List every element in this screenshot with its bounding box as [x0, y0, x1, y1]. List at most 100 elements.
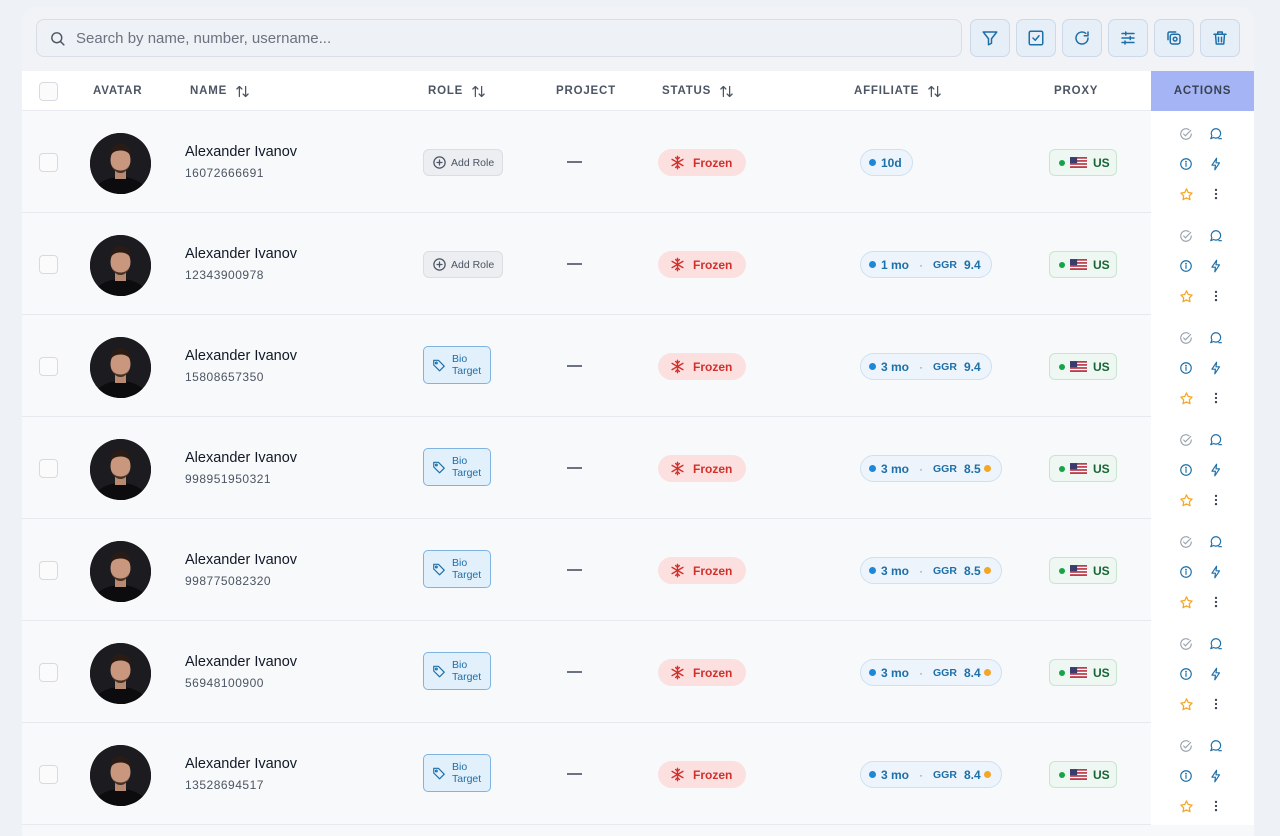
- message-icon[interactable]: [1208, 738, 1224, 754]
- more-vertical-icon[interactable]: [1208, 186, 1224, 202]
- sort-icon[interactable]: [719, 84, 734, 99]
- more-vertical-icon[interactable]: [1208, 798, 1224, 814]
- message-icon[interactable]: [1208, 432, 1224, 448]
- star-icon[interactable]: [1178, 696, 1194, 712]
- message-icon[interactable]: [1208, 228, 1224, 244]
- search-input[interactable]: [76, 29, 936, 47]
- plus-circle-icon: [433, 258, 446, 271]
- add-role-button[interactable]: Add Role: [423, 149, 503, 176]
- copy-button[interactable]: [1154, 19, 1194, 57]
- user-name[interactable]: Alexander Ivanov: [185, 756, 297, 772]
- check-circle-icon[interactable]: [1178, 432, 1194, 448]
- check-circle-icon[interactable]: [1178, 636, 1194, 652]
- avatar[interactable]: [90, 337, 151, 398]
- user-name[interactable]: Alexander Ivanov: [185, 552, 297, 568]
- user-name[interactable]: Alexander Ivanov: [185, 246, 297, 262]
- message-icon[interactable]: [1208, 534, 1224, 550]
- select-all-button[interactable]: [1016, 19, 1056, 57]
- avatar[interactable]: [90, 643, 151, 704]
- row-checkbox[interactable]: [39, 255, 58, 274]
- user-name[interactable]: Alexander Ivanov: [185, 654, 297, 670]
- user-name[interactable]: Alexander Ivanov: [185, 144, 297, 160]
- more-vertical-icon[interactable]: [1208, 492, 1224, 508]
- row-checkbox[interactable]: [39, 357, 58, 376]
- search-bar[interactable]: [36, 19, 962, 57]
- more-vertical-icon[interactable]: [1208, 390, 1224, 406]
- role-tag[interactable]: Bio Target: [423, 754, 491, 792]
- sort-icon[interactable]: [927, 84, 942, 99]
- check-circle-icon[interactable]: [1178, 228, 1194, 244]
- info-icon[interactable]: [1178, 360, 1194, 376]
- proxy-country: US: [1093, 461, 1110, 476]
- column-header-name[interactable]: NAME: [190, 71, 250, 111]
- avatar[interactable]: [90, 235, 151, 296]
- refresh-button[interactable]: [1062, 19, 1102, 57]
- search-icon: [51, 31, 65, 46]
- check-circle-icon[interactable]: [1178, 126, 1194, 142]
- star-icon[interactable]: [1178, 798, 1194, 814]
- separator-dot: ·: [919, 461, 924, 476]
- column-header-affiliate[interactable]: AFFILIATE: [854, 71, 942, 111]
- star-icon[interactable]: [1178, 186, 1194, 202]
- row-checkbox[interactable]: [39, 765, 58, 784]
- sort-icon[interactable]: [235, 84, 250, 99]
- filter-button[interactable]: [970, 19, 1010, 57]
- project-empty: [567, 467, 582, 469]
- role-tag[interactable]: Bio Target: [423, 346, 491, 384]
- role-tag[interactable]: Bio Target: [423, 550, 491, 588]
- role-tag[interactable]: Bio Target: [423, 448, 491, 486]
- proxy-country: US: [1093, 563, 1110, 578]
- row-checkbox[interactable]: [39, 561, 58, 580]
- info-icon[interactable]: [1178, 258, 1194, 274]
- star-icon[interactable]: [1178, 288, 1194, 304]
- column-header-status[interactable]: STATUS: [662, 71, 734, 111]
- more-vertical-icon[interactable]: [1208, 594, 1224, 610]
- avatar[interactable]: [90, 439, 151, 500]
- user-name[interactable]: Alexander Ivanov: [185, 348, 297, 364]
- user-name[interactable]: Alexander Ivanov: [185, 450, 297, 466]
- lightning-icon[interactable]: [1208, 768, 1224, 784]
- column-header-role[interactable]: ROLE: [428, 71, 486, 111]
- lightning-icon[interactable]: [1208, 360, 1224, 376]
- more-vertical-icon[interactable]: [1208, 696, 1224, 712]
- star-icon[interactable]: [1178, 594, 1194, 610]
- info-icon[interactable]: [1178, 666, 1194, 682]
- info-icon[interactable]: [1178, 462, 1194, 478]
- lightning-icon[interactable]: [1208, 666, 1224, 682]
- proxy-badge: US: [1049, 659, 1117, 686]
- affiliate-age: 3 mo: [881, 563, 910, 578]
- message-icon[interactable]: [1208, 126, 1224, 142]
- avatar[interactable]: [90, 133, 151, 194]
- proxy-badge: US: [1049, 251, 1117, 278]
- row-checkbox[interactable]: [39, 153, 58, 172]
- sort-icon[interactable]: [471, 84, 486, 99]
- info-icon[interactable]: [1178, 156, 1194, 172]
- role-tag[interactable]: Bio Target: [423, 652, 491, 690]
- star-icon[interactable]: [1178, 390, 1194, 406]
- column-label: ACTIONS: [1173, 85, 1232, 97]
- proxy-country: US: [1093, 767, 1110, 782]
- row-checkbox[interactable]: [39, 663, 58, 682]
- row-checkbox[interactable]: [39, 459, 58, 478]
- lightning-icon[interactable]: [1208, 564, 1224, 580]
- message-icon[interactable]: [1208, 636, 1224, 652]
- lightning-icon[interactable]: [1208, 258, 1224, 274]
- lightning-icon[interactable]: [1208, 156, 1224, 172]
- message-icon[interactable]: [1208, 330, 1224, 346]
- delete-button[interactable]: [1200, 19, 1240, 57]
- lightning-icon[interactable]: [1208, 462, 1224, 478]
- avatar[interactable]: [90, 541, 151, 602]
- avatar[interactable]: [90, 745, 151, 806]
- info-icon[interactable]: [1178, 768, 1194, 784]
- star-icon[interactable]: [1178, 492, 1194, 508]
- role-tag-line1: Bio: [452, 761, 468, 773]
- settings-button[interactable]: [1108, 19, 1148, 57]
- add-role-button[interactable]: Add Role: [423, 251, 503, 278]
- check-circle-icon[interactable]: [1178, 534, 1194, 550]
- select-all-checkbox[interactable]: [39, 82, 58, 101]
- check-circle-icon[interactable]: [1178, 738, 1194, 754]
- more-vertical-icon[interactable]: [1208, 288, 1224, 304]
- info-icon[interactable]: [1178, 564, 1194, 580]
- check-circle-icon[interactable]: [1178, 330, 1194, 346]
- project-empty: [567, 773, 582, 775]
